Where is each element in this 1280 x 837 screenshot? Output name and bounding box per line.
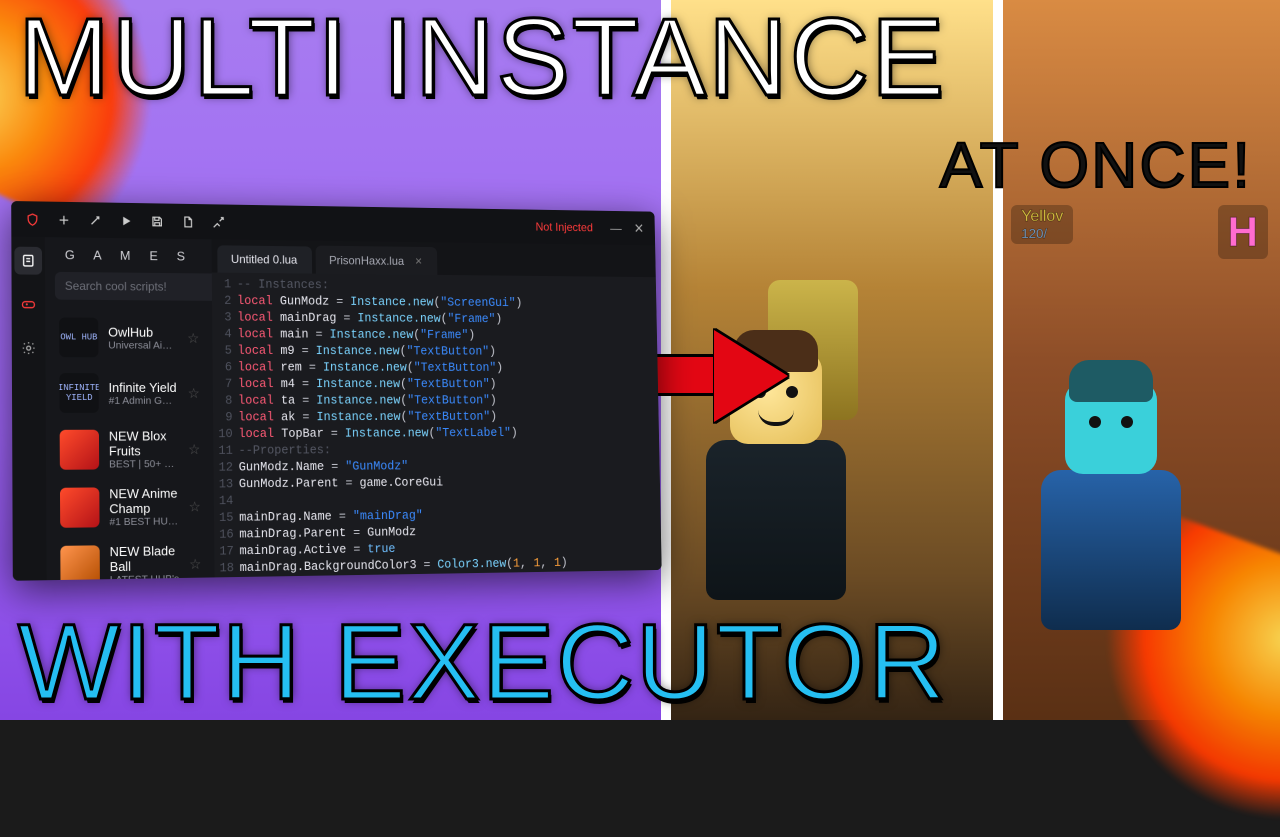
- nametag-h: H: [1218, 205, 1268, 259]
- rail-settings-icon[interactable]: [15, 334, 43, 362]
- star-icon[interactable]: ☆: [187, 330, 199, 347]
- nametag-yellow: Yellov 120/: [1011, 205, 1073, 244]
- script-name: OwlHub: [108, 324, 177, 339]
- editor-tab[interactable]: Untitled 0.lua: [218, 245, 313, 273]
- script-item[interactable]: NEW Anime Champ#1 BEST HUBS ☆: [56, 478, 205, 537]
- star-icon[interactable]: ☆: [189, 555, 201, 572]
- script-subtitle: #1 BEST HUBS: [109, 515, 179, 528]
- open-file-icon[interactable]: [175, 209, 200, 235]
- avatar-noob: [691, 352, 861, 600]
- sidebar: G A M E S OWL HUB OwlHubUniversal Aimbot/…: [45, 237, 215, 580]
- minimize-button[interactable]: —: [607, 221, 625, 235]
- script-subtitle: #1 Admin GUI, works in a: [109, 394, 179, 406]
- script-list: OWL HUBOwlHubUniversal Aimbot/ESP☆INFINI…: [55, 310, 205, 581]
- subhead-at-once: AT ONCE!: [940, 128, 1252, 202]
- separator-2: [993, 0, 1003, 720]
- script-thumb: [60, 430, 100, 470]
- nametag-name: Yellov: [1021, 208, 1063, 225]
- bottom-text: WITH EXECUTOR: [18, 599, 948, 724]
- avatar-smile: [758, 410, 794, 426]
- editor-tab[interactable]: PrisonHaxx.lua ×: [316, 246, 437, 275]
- search-input[interactable]: [55, 272, 215, 301]
- run-icon[interactable]: [113, 208, 138, 234]
- script-thumb: [60, 545, 100, 580]
- rail-games-icon[interactable]: [15, 290, 43, 318]
- tab-close-icon[interactable]: ×: [415, 254, 422, 268]
- sidebar-title: G A M E S: [55, 247, 203, 263]
- script-thumb: [60, 487, 100, 527]
- left-rail: [11, 237, 46, 581]
- script-item[interactable]: NEW Blox FruitsBEST | 50+ Hubs ☆: [56, 420, 205, 478]
- avatar-head: [730, 352, 822, 444]
- avatar-body: [706, 440, 846, 600]
- executor-window[interactable]: Not Injected — × G A M E S OWL HUB OwlHub…: [11, 201, 662, 581]
- nametag-hp: 120/: [1021, 226, 1063, 241]
- script-subtitle: BEST | 50+ Hubs: [109, 458, 179, 470]
- script-name: NEW Blade Ball: [110, 543, 180, 574]
- save-icon[interactable]: [144, 208, 169, 234]
- script-item[interactable]: OWL HUB OwlHubUniversal Aimbot/ESP ☆: [55, 310, 203, 366]
- avatar-robot: [1011, 382, 1211, 630]
- headline-text: MULTI INSTANCE: [18, 0, 946, 121]
- script-thumb: INFINITE YIELD: [60, 373, 99, 413]
- shield-icon[interactable]: [19, 206, 45, 232]
- clear-icon[interactable]: [205, 209, 230, 235]
- code-editor[interactable]: 1 2 3 4 5 6 7 8 9 10 11 12 13 14 15 16 1…: [212, 273, 662, 578]
- script-subtitle: Universal Aimbot/ESP: [108, 339, 177, 351]
- script-name: Infinite Yield: [109, 380, 179, 395]
- close-button[interactable]: ×: [630, 218, 648, 238]
- tab-label: PrisonHaxx.lua: [329, 253, 404, 267]
- script-item[interactable]: NEW Blade BallLATEST HUB's☆: [56, 535, 205, 580]
- avatar-hair: [734, 330, 818, 372]
- avatar-hair: [1069, 360, 1153, 402]
- star-icon[interactable]: ☆: [189, 498, 201, 515]
- avatar-head: [1065, 382, 1157, 474]
- script-name: NEW Blox Fruits: [109, 428, 179, 458]
- line-gutter: 1 2 3 4 5 6 7 8 9 10 11 12 13 14 15 16 1…: [212, 276, 240, 577]
- editor-area: Untitled 0.lua PrisonHaxx.lua × 1 2 3 4 5 …: [212, 239, 662, 577]
- add-icon[interactable]: [51, 207, 77, 233]
- inject-status: Not Injected: [535, 220, 593, 234]
- code-content[interactable]: -- Instances: local GunModz = Instance.n…: [237, 277, 662, 577]
- star-icon[interactable]: ☆: [188, 385, 200, 402]
- script-thumb: OWL HUB: [59, 317, 98, 357]
- avatar-body: [1041, 470, 1181, 630]
- script-item[interactable]: INFINITE YIELD Infinite Yield#1 Admin GUI…: [56, 365, 204, 421]
- editor-tabs: Untitled 0.lua PrisonHaxx.lua ×: [212, 239, 656, 277]
- inject-icon[interactable]: [82, 207, 107, 233]
- tab-label: Untitled 0.lua: [231, 252, 297, 266]
- script-name: NEW Anime Champ: [109, 486, 179, 516]
- rail-scripts-icon[interactable]: [14, 247, 42, 275]
- star-icon[interactable]: ☆: [188, 441, 200, 458]
